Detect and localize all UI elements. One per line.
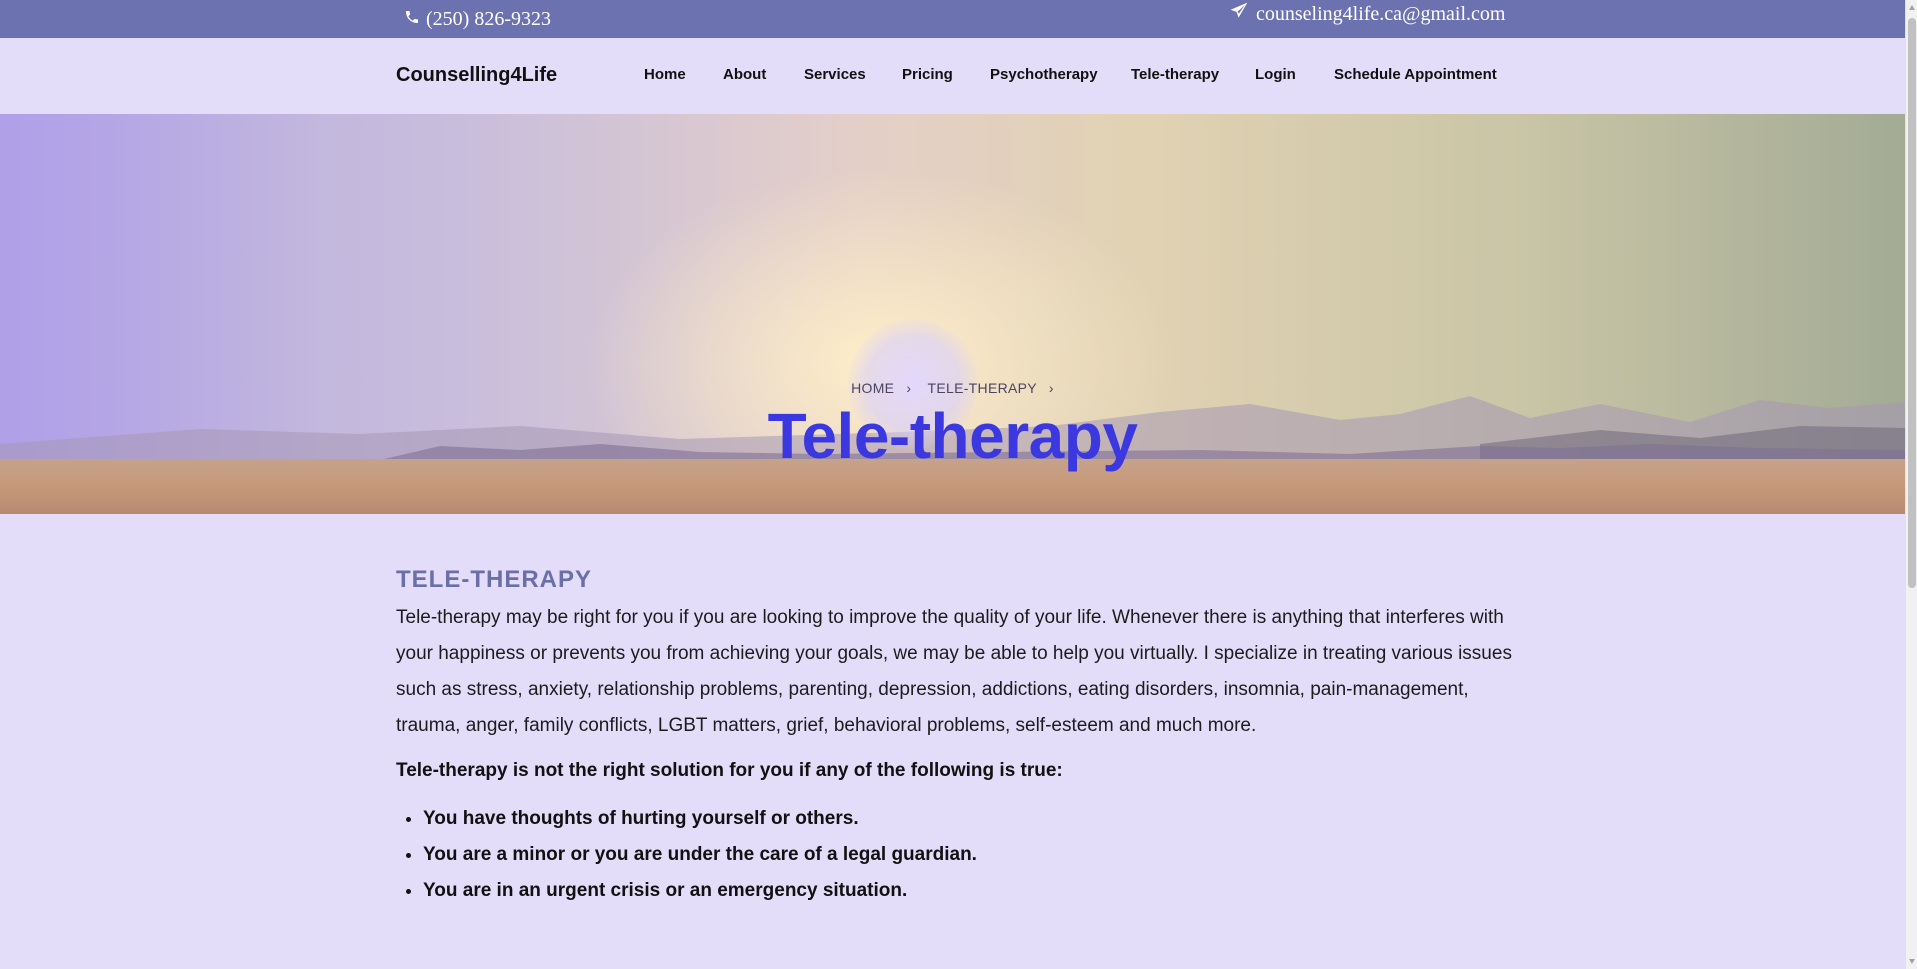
nav-about[interactable]: About	[723, 66, 766, 83]
main-navbar: Counselling4Life Home About Services Pri…	[0, 38, 1905, 114]
nav-services[interactable]: Services	[804, 66, 866, 83]
breadcrumb: HOME › TELE-THERAPY ›	[0, 380, 1905, 396]
intro-paragraph: Tele-therapy may be right for you if you…	[396, 607, 1512, 736]
contact-bar: (250) 826-9323 counseling4life.ca@gmail.…	[0, 0, 1905, 38]
main-content: TELE-THERAPY Tele-therapy may be right f…	[396, 566, 1516, 909]
site-logo[interactable]: Counselling4Life	[396, 64, 557, 87]
nav-tele-therapy[interactable]: Tele-therapy	[1131, 66, 1219, 83]
scroll-up-arrow-icon[interactable]	[1909, 5, 1915, 10]
page-title: Tele-therapy	[767, 400, 1138, 472]
warning-statement: Tele-therapy is not the right solution f…	[396, 760, 1063, 781]
hero-banner: HOME › TELE-THERAPY › Tele-therapy	[0, 114, 1905, 514]
nav-schedule-appointment[interactable]: Schedule Appointment	[1334, 66, 1497, 83]
phone-number[interactable]: (250) 826-9323	[426, 8, 551, 31]
phone-link[interactable]: (250) 826-9323	[404, 8, 551, 31]
nav-pricing[interactable]: Pricing	[902, 66, 953, 83]
paper-plane-icon	[1228, 1, 1250, 27]
section-heading: TELE-THERAPY	[396, 566, 593, 593]
scrollbar-thumb[interactable]	[1908, 18, 1916, 588]
breadcrumb-home[interactable]: HOME	[851, 380, 894, 396]
breadcrumb-current: TELE-THERAPY	[927, 380, 1037, 396]
scroll-down-arrow-icon[interactable]	[1909, 959, 1915, 964]
chevron-right-icon: ›	[906, 380, 912, 396]
email-link[interactable]: counseling4life.ca@gmail.com	[1228, 1, 1505, 27]
chevron-right-icon: ›	[1048, 380, 1054, 396]
list-item: You are in an urgent crisis or an emerge…	[423, 873, 1516, 909]
nav-psychotherapy[interactable]: Psychotherapy	[990, 66, 1098, 83]
conditions-list: You have thoughts of hurting yourself or…	[396, 801, 1516, 909]
list-item: You are a minor or you are under the car…	[423, 837, 1516, 873]
email-address[interactable]: counseling4life.ca@gmail.com	[1256, 3, 1505, 26]
phone-icon	[404, 8, 420, 31]
nav-home[interactable]: Home	[644, 66, 686, 83]
vertical-scrollbar[interactable]	[1905, 0, 1917, 969]
list-item: You have thoughts of hurting yourself or…	[423, 801, 1516, 837]
nav-login[interactable]: Login	[1255, 66, 1296, 83]
